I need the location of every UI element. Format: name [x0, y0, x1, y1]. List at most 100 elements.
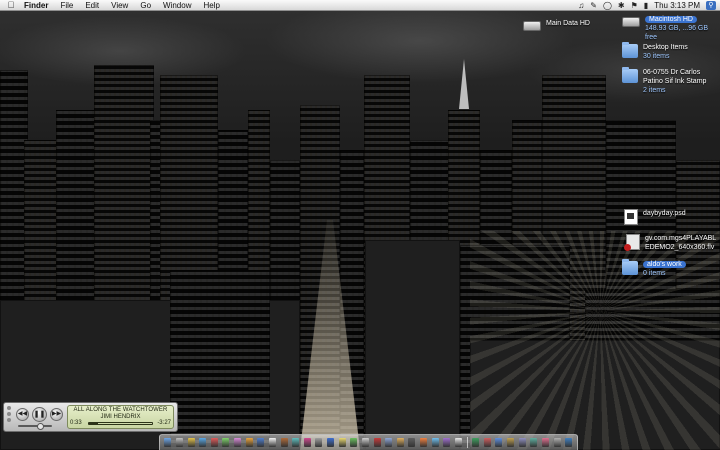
menu-file[interactable]: File: [54, 0, 79, 11]
icon-label-line1: 06-0755 Dr Carlos: [643, 69, 701, 76]
desktop-icon-desktop-items[interactable]: Desktop Items 30 items: [622, 42, 688, 61]
wallpaper-building: [365, 240, 460, 450]
dock-app-icon[interactable]: [454, 438, 462, 447]
dock-separator: [466, 437, 468, 448]
desktop-icon-flv-file[interactable]: gv.com.mgs4PLAYABL EDEMO2_640x360.flv: [624, 234, 717, 252]
previous-track-button[interactable]: ◀◀: [16, 408, 29, 421]
icon-info: 2 items: [643, 87, 666, 94]
dock-app-icon[interactable]: [315, 438, 323, 447]
battery-icon[interactable]: ▮: [644, 0, 648, 11]
dock-app-icon[interactable]: [234, 438, 242, 447]
zoom-button[interactable]: [7, 418, 11, 422]
photoshop-document-icon: [624, 209, 638, 225]
close-button[interactable]: [7, 406, 11, 410]
elapsed-time: 0:33: [70, 420, 82, 426]
icon-info: 30 items: [643, 53, 670, 60]
dock-app-icon[interactable]: [280, 438, 288, 447]
wallpaper-building: [170, 270, 270, 450]
dock-app-icon[interactable]: [541, 438, 549, 447]
desktop-icon-macintosh-hd[interactable]: Macintosh HD 148.93 GB, ...96 GB free: [622, 15, 720, 42]
dock-app-icon[interactable]: [396, 438, 404, 447]
dock-app-icon[interactable]: [495, 438, 503, 447]
dock-app-icon[interactable]: [565, 438, 573, 447]
dock-app-icon[interactable]: [292, 438, 300, 447]
evernote-icon[interactable]: ✎: [590, 0, 597, 11]
icon-label: daybyday.psd: [643, 210, 686, 217]
progress-bar[interactable]: [88, 422, 153, 425]
dock-app-icon[interactable]: [175, 438, 183, 447]
window-controls: [7, 406, 11, 422]
menu-help[interactable]: Help: [197, 0, 225, 11]
icon-label: Main Data HD: [546, 20, 590, 27]
dock-app-icon[interactable]: [518, 438, 526, 447]
now-playing-display: ALL ALONG THE WATCHTOWER JIMI HENDRIX 0:…: [67, 405, 174, 429]
wallpaper-spire: [459, 59, 469, 109]
dock-app-icon[interactable]: [385, 438, 393, 447]
desktop-wallpaper: [0, 11, 720, 450]
icon-label: Desktop Items: [643, 44, 688, 51]
folder-icon: [622, 42, 638, 58]
dock-app-icon[interactable]: [164, 438, 172, 447]
dock-app-icon[interactable]: [187, 438, 195, 447]
dock-app-icon[interactable]: [350, 438, 358, 447]
dock-app-icon[interactable]: [303, 438, 311, 447]
dock-app-icon[interactable]: [210, 438, 218, 447]
bluetooth-icon[interactable]: ✱: [618, 0, 625, 11]
menu-clock[interactable]: Thu 3:13 PM: [654, 1, 700, 10]
progress-fill: [89, 423, 98, 424]
volume-knob[interactable]: [37, 423, 45, 430]
volume-slider[interactable]: [18, 423, 52, 430]
next-track-button[interactable]: ▶▶: [50, 408, 63, 421]
dock-app-icon[interactable]: [530, 438, 538, 447]
minimize-button[interactable]: [7, 412, 11, 416]
desktop-icon-aldos-work[interactable]: aldo's work 0 items: [622, 259, 686, 278]
speaker-icon[interactable]: ♫: [578, 0, 584, 11]
folder-icon: [622, 259, 638, 275]
video-file-icon: [624, 234, 640, 251]
spotlight-search-icon[interactable]: ⚲: [706, 0, 716, 10]
flag-icon[interactable]: ⚑: [631, 0, 638, 11]
dock-app-icon[interactable]: [268, 438, 276, 447]
hard-drive-icon: [622, 17, 640, 27]
dock-app-icon[interactable]: [472, 438, 480, 447]
airport-icon[interactable]: ◯: [603, 0, 612, 11]
menu-bar:  Finder File Edit View Go Window Help ♫…: [0, 0, 720, 11]
dock-app-icon[interactable]: [338, 438, 346, 447]
dock-app-icon[interactable]: [408, 438, 416, 447]
icon-label: Macintosh HD: [645, 16, 697, 23]
dock-app-icon[interactable]: [327, 438, 335, 447]
dock-app-icon[interactable]: [420, 438, 428, 447]
dock-app-icon[interactable]: [245, 438, 253, 447]
itunes-mini-player[interactable]: ◀◀ ❚❚ ▶▶ ALL ALONG THE WATCHTOWER JIMI H…: [3, 402, 178, 432]
menu-view[interactable]: View: [105, 0, 134, 11]
menu-go[interactable]: Go: [134, 0, 157, 11]
playback-timeline: 0:33 -3:27: [70, 420, 171, 427]
desktop-icon-daybyday-psd[interactable]: daybyday.psd: [624, 209, 686, 225]
dock-app-icon[interactable]: [553, 438, 561, 447]
menu-edit[interactable]: Edit: [79, 0, 105, 11]
dock-app-icon[interactable]: [361, 438, 369, 447]
icon-label-line2: EDEMO2_640x360.flv: [645, 244, 715, 251]
desktop-icon-dr-carlos-folder[interactable]: 06-0755 Dr Carlos Patino Sif Ink Stamp 2…: [622, 67, 707, 95]
hard-drive-icon: [523, 21, 541, 31]
dock-app-icon[interactable]: [257, 438, 265, 447]
pause-button[interactable]: ❚❚: [32, 407, 47, 422]
icon-label-line2: Patino Sif Ink Stamp: [643, 78, 707, 85]
folder-icon: [622, 67, 638, 83]
dock-app-icon[interactable]: [373, 438, 381, 447]
dock: [159, 434, 578, 450]
dock-app-icon[interactable]: [222, 438, 230, 447]
desktop-icon-main-data-hd[interactable]: Main Data HD: [523, 19, 590, 31]
menu-app-finder[interactable]: Finder: [18, 0, 54, 11]
remaining-time: -3:27: [157, 420, 171, 426]
icon-label-line1: gv.com.mgs4PLAYABL: [645, 235, 717, 242]
icon-info: 0 items: [643, 270, 666, 277]
dock-app-icon[interactable]: [443, 438, 451, 447]
apple-menu-icon[interactable]: : [4, 0, 18, 10]
dock-app-icon[interactable]: [507, 438, 515, 447]
icon-info: 148.93 GB, ...96 GB free: [645, 25, 709, 41]
dock-app-icon[interactable]: [431, 438, 439, 447]
dock-app-icon[interactable]: [483, 438, 491, 447]
menu-window[interactable]: Window: [157, 0, 197, 11]
dock-app-icon[interactable]: [199, 438, 207, 447]
